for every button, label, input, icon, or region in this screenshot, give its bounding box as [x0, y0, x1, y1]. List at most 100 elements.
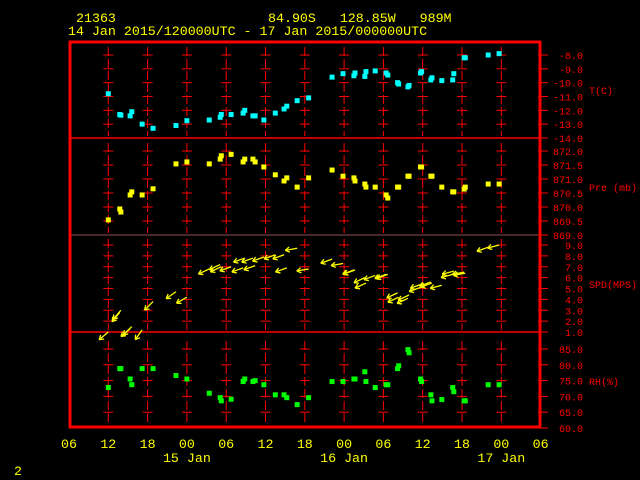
y-tick-label: 870.0 — [553, 204, 583, 215]
panel-label: Pre (mb) — [589, 183, 637, 195]
pres-point — [284, 175, 290, 181]
x-date-label: 16 Jan — [320, 451, 368, 466]
pres-point — [228, 151, 234, 157]
x-tick-label: 06 — [218, 437, 234, 452]
pres-point — [105, 217, 111, 223]
y-tick-label: 3.0 — [565, 307, 583, 318]
wind-arrow — [320, 258, 333, 265]
wind-arrow-head — [241, 261, 247, 264]
x-tick-label: 18 — [454, 437, 470, 452]
temp-point — [184, 118, 190, 124]
wind-arrow — [353, 277, 366, 284]
y-tick-label: -9.0 — [559, 66, 583, 77]
temp-point — [450, 77, 456, 83]
pres-point — [406, 173, 412, 179]
wind-arrow — [98, 331, 109, 341]
x-tick-label: 00 — [493, 437, 509, 452]
x-tick-label: 06 — [61, 437, 77, 452]
rh-point — [184, 376, 190, 382]
temp-point — [439, 78, 445, 84]
pres-point — [462, 184, 468, 190]
wind-arrow — [252, 256, 265, 263]
rh-point — [419, 379, 425, 385]
pres-point — [294, 184, 300, 190]
rh-point — [218, 398, 224, 404]
pres-point — [206, 161, 212, 167]
rh-point — [439, 397, 445, 403]
wind-arrow-head — [353, 282, 360, 284]
wind-arrow-head — [453, 274, 459, 278]
x-date-label: 17 Jan — [477, 451, 525, 466]
wind-arrow-head — [476, 250, 482, 253]
temp-point — [228, 111, 234, 117]
panel-label: SPD(MPS) — [589, 280, 637, 292]
wind-arrow-head — [263, 258, 270, 261]
pres-point — [252, 159, 258, 165]
rh-point — [306, 395, 312, 401]
wind-arrow-head — [198, 273, 204, 276]
wind-arrow — [175, 296, 188, 304]
temp-point — [396, 81, 402, 87]
temp-point — [372, 68, 378, 74]
data-marks — [98, 51, 502, 408]
wind-arrow — [165, 291, 177, 300]
temp-point — [385, 72, 391, 78]
y-tick-label: -14.0 — [553, 135, 583, 146]
rh-point — [261, 382, 267, 388]
temp-point — [173, 123, 179, 129]
meteogram-chart: 21363 84.90S 128.85W 989M 14 Jan 2015/12… — [14, 11, 637, 479]
temp-point — [451, 71, 457, 77]
pres-point — [306, 175, 312, 181]
x-tick-label: 00 — [336, 437, 352, 452]
y-tick-label: 8.0 — [565, 253, 583, 264]
wind-arrow-head — [409, 290, 415, 294]
y-tick-label: 65.0 — [559, 409, 583, 420]
y-tick-label: -11.0 — [553, 94, 583, 105]
wind-arrow-head — [440, 276, 447, 280]
rh-point — [129, 382, 135, 388]
temp-point — [363, 69, 369, 75]
temp-point — [462, 55, 468, 61]
wind-arrow — [429, 284, 442, 291]
rh-point — [372, 385, 378, 391]
y-tick-label: -10.0 — [553, 80, 583, 91]
temp-point — [362, 73, 368, 79]
temp-point — [218, 111, 224, 117]
rh-point — [173, 373, 179, 379]
y-tick-label: 9.0 — [565, 242, 583, 253]
rh-point — [496, 382, 502, 388]
wind-arrow — [386, 292, 398, 300]
temp-point — [306, 95, 312, 101]
wind-arrow-head — [243, 269, 249, 272]
pres-point — [372, 184, 378, 190]
temp-point — [252, 113, 258, 119]
wind-arrow-head — [233, 261, 239, 264]
wind-arrow-head — [296, 270, 302, 274]
wind-arrow-head — [330, 264, 337, 269]
pres-point — [485, 181, 491, 187]
wind-arrow-head — [430, 287, 436, 291]
rh-point — [252, 378, 258, 384]
y-tick-label: 871.0 — [553, 176, 583, 187]
x-tick-label: 12 — [100, 437, 116, 452]
rh-point — [352, 376, 358, 382]
rh-point — [284, 395, 290, 401]
rh-point — [118, 366, 124, 372]
temp-point — [261, 117, 267, 123]
pres-point — [272, 172, 278, 178]
wind-arrow — [354, 282, 367, 290]
rh-point — [462, 398, 468, 404]
pres-point — [429, 173, 435, 179]
y-tick-label: 70.0 — [559, 393, 583, 404]
pres-point — [129, 189, 135, 195]
wind-arrow — [231, 267, 244, 274]
wind-arrow — [284, 246, 298, 253]
rh-point — [127, 376, 133, 382]
rh-point — [406, 350, 412, 356]
pres-point — [118, 209, 124, 215]
page-number: 2 — [14, 464, 22, 479]
y-tick-label: 1.0 — [565, 329, 583, 340]
wind-arrow-head — [285, 249, 291, 253]
wind-arrow-head — [387, 301, 393, 304]
rh-point — [105, 385, 111, 391]
